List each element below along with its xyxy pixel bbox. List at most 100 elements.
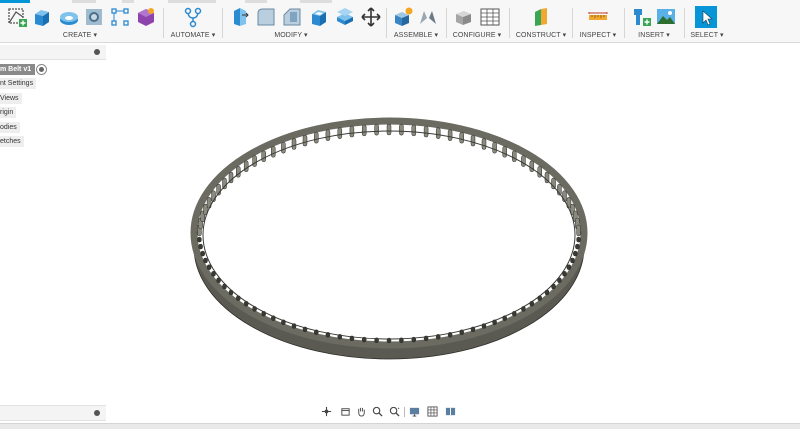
pan-hand-icon[interactable] — [353, 405, 370, 418]
belt-tooth — [459, 131, 464, 144]
viewports-icon[interactable] — [442, 405, 459, 418]
belt-tooth — [576, 236, 581, 243]
revolve-icon[interactable] — [58, 6, 80, 28]
belt-tooth — [573, 250, 578, 257]
separator — [404, 407, 405, 417]
assemble-menu-label[interactable]: ASSEMBLE ▾ — [389, 31, 443, 39]
combine-icon[interactable] — [334, 6, 356, 28]
automate-menu-label[interactable]: AUTOMATE ▾ — [166, 31, 220, 39]
joint-icon[interactable] — [417, 6, 439, 28]
timing-belt-model[interactable] — [106, 43, 800, 423]
chamfer-icon[interactable] — [281, 6, 303, 28]
belt-tooth — [502, 146, 507, 158]
browser-root-item[interactable]: m Belt v1 — [0, 64, 36, 75]
measure-icon[interactable] — [587, 6, 609, 28]
belt-tooth — [252, 155, 257, 167]
zoom-icon[interactable] — [369, 405, 386, 418]
belt-tooth — [302, 134, 308, 147]
configure-group: CONFIGURE ▾ — [449, 4, 505, 42]
browser-item-origin[interactable]: rigin — [0, 107, 17, 118]
separator — [163, 8, 164, 38]
create-sketch-icon[interactable] — [6, 6, 28, 28]
offset-plane-icon[interactable] — [530, 6, 552, 28]
belt-tooth — [481, 138, 487, 150]
separator — [386, 8, 387, 38]
belt-tooth — [349, 125, 355, 138]
look-at-icon[interactable] — [337, 405, 354, 418]
dot-icon[interactable] — [94, 49, 100, 55]
insert-group: INSERT ▾ — [627, 4, 681, 42]
3d-viewport[interactable] — [106, 43, 800, 423]
belt-tooth — [361, 124, 367, 137]
belt-tooth — [423, 125, 429, 138]
browser-item-document-settings[interactable]: nt Settings — [0, 78, 37, 89]
modify-menu-label[interactable]: MODIFY ▾ — [218, 31, 364, 39]
belt-tooth — [570, 257, 575, 264]
zoom-window-icon[interactable] — [386, 405, 403, 418]
configure-model-icon[interactable] — [453, 6, 475, 28]
new-component-icon[interactable] — [392, 6, 414, 28]
configure-menu-label[interactable]: CONFIGURE ▾ — [449, 31, 505, 39]
inspect-group: INSPECT ▾ — [575, 4, 621, 42]
browser-item-bodies[interactable]: odies — [0, 122, 20, 133]
belt-tooth — [566, 264, 572, 270]
belt-tooth — [492, 141, 497, 154]
browser-item-sketches[interactable]: etches — [0, 136, 24, 147]
configuration-table-icon[interactable] — [479, 6, 501, 28]
select-group: SELECT ▾ — [688, 4, 726, 42]
comments-panel-header — [0, 405, 106, 421]
pattern-icon[interactable] — [109, 6, 131, 28]
belt-tooth — [206, 264, 212, 270]
select-menu-label[interactable]: SELECT ▾ — [688, 31, 726, 39]
belt-tooth — [200, 250, 205, 257]
dot-icon[interactable] — [94, 410, 100, 416]
belt-tooth — [271, 146, 276, 158]
belt-tooth — [435, 127, 441, 139]
browser-panel-header — [0, 45, 106, 60]
create-group: CREATE ▾ — [0, 4, 160, 42]
press-pull-icon[interactable] — [229, 6, 251, 28]
belt-tooth — [411, 124, 417, 137]
automate-group: AUTOMATE ▾ — [166, 4, 220, 42]
active-component-radio-icon[interactable] — [36, 64, 47, 75]
tab-utilities[interactable] — [300, 0, 332, 3]
belt-tooth — [243, 160, 249, 173]
shell-icon[interactable] — [308, 6, 330, 28]
tab-mesh[interactable] — [122, 0, 134, 3]
extrude-icon[interactable] — [31, 6, 53, 28]
belt-tooth — [447, 129, 453, 141]
orbit-icon[interactable] — [318, 405, 335, 418]
belt-tooth — [261, 150, 266, 163]
browser-item-named-views[interactable]: Views — [0, 93, 22, 104]
belt-tooth — [281, 141, 286, 154]
insert-canvas-icon[interactable] — [655, 6, 677, 28]
construct-menu-label[interactable]: CONSTRUCT ▾ — [512, 31, 570, 39]
display-settings-icon[interactable] — [406, 405, 423, 418]
tab-plastic[interactable] — [245, 0, 267, 3]
belt-tooth — [198, 243, 203, 250]
separator — [572, 8, 573, 38]
belt-tooth — [374, 123, 379, 136]
insert-menu-label[interactable]: INSERT ▾ — [627, 31, 681, 39]
fillet-icon[interactable] — [255, 6, 277, 28]
grid-settings-icon[interactable] — [424, 405, 441, 418]
belt-tooth — [386, 123, 392, 136]
tab-sheet-metal[interactable] — [168, 0, 216, 3]
hole-icon[interactable] — [83, 6, 105, 28]
tab-solid[interactable] — [0, 0, 30, 3]
modify-group: MODIFY ▾ — [226, 4, 384, 42]
belt-tooth — [291, 138, 297, 150]
belt-tooth — [521, 155, 526, 167]
select-icon[interactable] — [695, 6, 717, 28]
automate-icon[interactable] — [182, 6, 204, 28]
belt-tooth — [470, 134, 476, 147]
create-menu-label[interactable]: CREATE ▾ — [0, 31, 160, 39]
inspect-menu-label[interactable]: INSPECT ▾ — [575, 31, 621, 39]
tab-surface[interactable] — [72, 0, 96, 3]
toolbar: CREATE ▾ AUTOMATE ▾ MODIFY ▾ ASSEMBLE ▾ … — [0, 0, 800, 43]
form-icon[interactable] — [135, 6, 157, 28]
move-icon[interactable] — [360, 6, 382, 28]
belt-tooth — [399, 123, 404, 136]
insert-derive-icon[interactable] — [630, 6, 652, 28]
belt-tooth — [203, 257, 208, 264]
